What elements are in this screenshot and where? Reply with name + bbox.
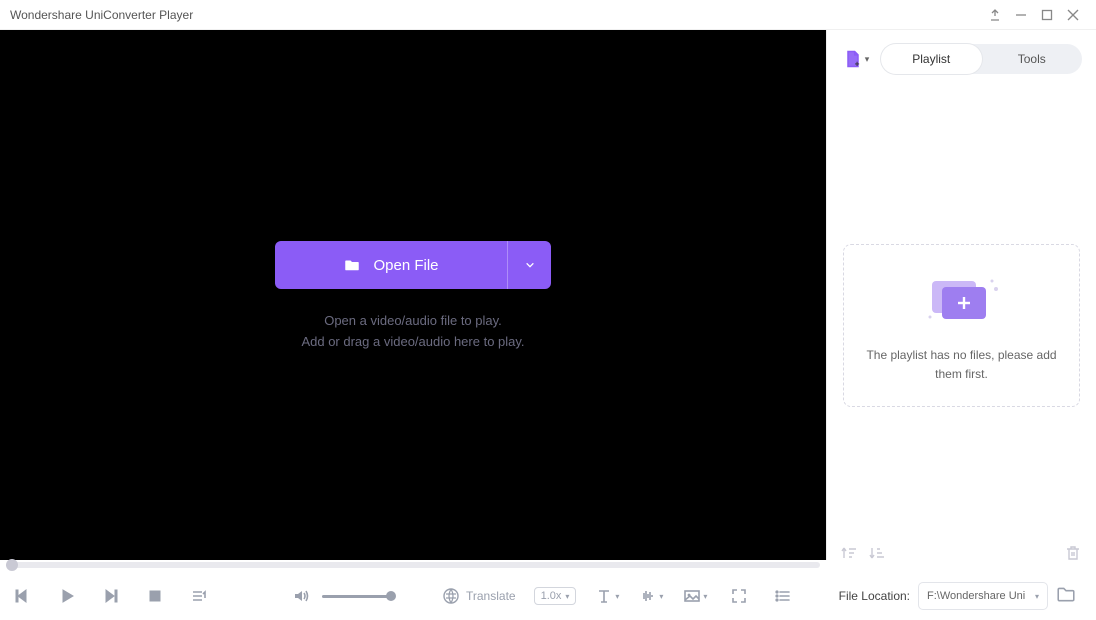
volume-thumb[interactable] [386, 591, 396, 601]
video-viewport[interactable]: Open File Open a video/audio file to pla… [0, 30, 826, 560]
chevron-down-icon: ▾ [865, 54, 870, 65]
transport-bar: Translate 1.0x ▾ ▾ ▾ ▾ File Location: F:… [0, 570, 1096, 620]
playlist-empty-card[interactable]: The playlist has no files, please add th… [843, 244, 1080, 407]
chevron-down-icon: ▾ [615, 592, 619, 601]
seek-thumb[interactable] [6, 559, 18, 571]
speed-button[interactable]: 1.0x ▾ [534, 587, 577, 605]
tab-playlist[interactable]: Playlist [881, 44, 982, 74]
chevron-down-icon [525, 260, 535, 270]
chevron-down-icon: ▾ [565, 592, 569, 601]
translate-label: Translate [466, 589, 516, 603]
settings-list-button[interactable] [770, 583, 796, 609]
open-hint-2: Add or drag a video/audio here to play. [275, 334, 551, 349]
translate-button[interactable]: Translate [442, 587, 516, 605]
sort-asc-button[interactable] [840, 544, 858, 562]
subtitle-button[interactable]: ▾ [594, 583, 620, 609]
close-button[interactable] [1060, 2, 1086, 28]
open-file-group: Open File [275, 241, 551, 289]
side-bottom-actions [840, 544, 1082, 562]
snapshot-button[interactable]: ▾ [682, 583, 708, 609]
delete-button[interactable] [1064, 544, 1082, 562]
open-hint-1: Open a video/audio file to play. [275, 313, 551, 328]
file-location-group: File Location: F:\Wondershare Uni ▾ [839, 582, 1086, 610]
svg-text:+: + [854, 59, 859, 69]
translate-icon [442, 587, 460, 605]
open-folder-button[interactable] [1056, 584, 1080, 608]
next-button[interactable] [98, 583, 124, 609]
pin-button[interactable] [982, 2, 1008, 28]
open-file-panel: Open File Open a video/audio file to pla… [275, 241, 551, 349]
speed-label: 1.0x [541, 590, 562, 602]
prev-button[interactable] [10, 583, 36, 609]
window-title: Wondershare UniConverter Player [10, 8, 982, 22]
audio-track-button[interactable]: ▾ [638, 583, 664, 609]
add-media-button[interactable]: + ▾ [841, 46, 871, 72]
fullscreen-button[interactable] [726, 583, 752, 609]
stop-button[interactable] [142, 583, 168, 609]
sort-desc-button[interactable] [868, 544, 886, 562]
tab-tools[interactable]: Tools [982, 44, 1083, 74]
file-location-value: F:\Wondershare Uni [927, 590, 1025, 602]
side-tabs: Playlist Tools [881, 44, 1082, 74]
file-location-select[interactable]: F:\Wondershare Uni ▾ [918, 582, 1048, 610]
side-panel: + ▾ Playlist Tools The playlist has no f… [826, 30, 1096, 560]
playlist-empty-text: The playlist has no files, please add th… [860, 346, 1063, 384]
chevron-down-icon: ▾ [1035, 592, 1039, 601]
minimize-button[interactable] [1008, 2, 1034, 28]
play-button[interactable] [54, 583, 80, 609]
side-top-bar: + ▾ Playlist Tools [827, 30, 1096, 84]
open-file-button[interactable]: Open File [275, 241, 507, 289]
folder-open-icon [343, 256, 361, 274]
add-folder-illustration [922, 271, 1002, 327]
chevron-down-icon: ▾ [703, 592, 707, 601]
volume-button[interactable] [288, 583, 314, 609]
maximize-button[interactable] [1034, 2, 1060, 28]
playlist-toggle-button[interactable] [186, 583, 212, 609]
title-bar: Wondershare UniConverter Player [0, 0, 1096, 30]
open-file-label: Open File [373, 257, 438, 274]
volume-control [288, 583, 392, 609]
file-location-label: File Location: [839, 589, 910, 603]
file-add-icon: + [843, 49, 863, 69]
chevron-down-icon: ▾ [659, 592, 663, 601]
main-area: Open File Open a video/audio file to pla… [0, 30, 1096, 560]
seek-bar[interactable] [6, 562, 820, 568]
progress-bar-row [0, 560, 826, 570]
volume-slider[interactable] [322, 595, 392, 598]
open-file-dropdown[interactable] [507, 241, 551, 289]
